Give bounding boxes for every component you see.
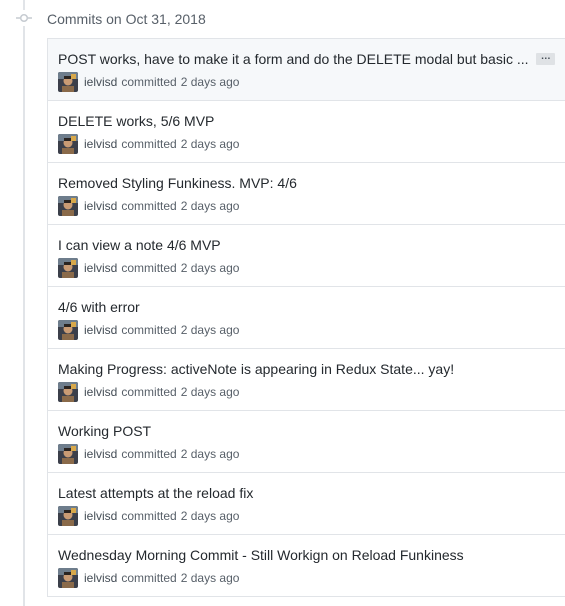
commit-group-title: Commits on Oct 31, 2018 xyxy=(47,11,206,27)
relative-time: 2 days ago xyxy=(180,385,240,399)
author-link[interactable]: ielvisd xyxy=(84,137,117,151)
expand-message-button[interactable]: … xyxy=(536,52,555,65)
commit-row: Wednesday Morning Commit - Still Workign… xyxy=(48,534,565,596)
commits-page: Commits on Oct 31, 2018 POST works, have… xyxy=(0,0,565,606)
commit-meta: ielvisd committed 2 days ago xyxy=(58,568,239,588)
commit-meta: ielvisd committed 2 days ago xyxy=(58,134,239,154)
avatar[interactable] xyxy=(58,444,78,464)
commit-group-header: Commits on Oct 31, 2018 xyxy=(0,0,565,38)
commit-meta: ielvisd committed 2 days ago xyxy=(58,320,239,340)
commit-action-text: committed xyxy=(121,75,177,89)
author-link[interactable]: ielvisd xyxy=(84,323,117,337)
commit-meta: ielvisd committed 2 days ago xyxy=(58,382,239,402)
commit-row: Making Progress: activeNote is appearing… xyxy=(48,348,565,410)
author-link[interactable]: ielvisd xyxy=(84,509,117,523)
timeline-line xyxy=(23,0,25,606)
commit-list: POST works, have to make it a form and d… xyxy=(47,38,565,597)
commit-row: Removed Styling Funkiness. MVP: 4/6 ielv… xyxy=(48,162,565,224)
commit-action-text: committed xyxy=(121,447,177,461)
commit-action-text: committed xyxy=(121,137,177,151)
commit-meta: ielvisd committed 2 days ago xyxy=(58,258,239,278)
commit-message-link[interactable]: Latest attempts at the reload fix xyxy=(58,484,253,502)
commit-message-link[interactable]: DELETE works, 5/6 MVP xyxy=(58,112,214,130)
commit-message-link[interactable]: POST works, have to make it a form and d… xyxy=(58,50,529,68)
commit-row: I can view a note 4/6 MVP ielvisd commit… xyxy=(48,224,565,286)
commit-action-text: committed xyxy=(121,385,177,399)
commit-meta: ielvisd committed 2 days ago xyxy=(58,72,239,92)
commit-message-link[interactable]: Wednesday Morning Commit - Still Workign… xyxy=(58,546,464,564)
avatar[interactable] xyxy=(58,568,78,588)
commit-message-link[interactable]: 4/6 with error xyxy=(58,298,140,316)
author-link[interactable]: ielvisd xyxy=(84,261,117,275)
commit-message-link[interactable]: I can view a note 4/6 MVP xyxy=(58,236,221,254)
commit-row: POST works, have to make it a form and d… xyxy=(48,39,565,100)
avatar[interactable] xyxy=(58,72,78,92)
commit-action-text: committed xyxy=(121,323,177,337)
avatar[interactable] xyxy=(58,506,78,526)
git-commit-icon xyxy=(16,10,32,26)
commit-action-text: committed xyxy=(121,509,177,523)
commit-action-text: committed xyxy=(121,199,177,213)
commit-message-link[interactable]: Making Progress: activeNote is appearing… xyxy=(58,360,454,378)
avatar[interactable] xyxy=(58,320,78,340)
author-link[interactable]: ielvisd xyxy=(84,385,117,399)
author-link[interactable]: ielvisd xyxy=(84,75,117,89)
commit-action-text: committed xyxy=(121,571,177,585)
author-link[interactable]: ielvisd xyxy=(84,199,117,213)
commit-action-text: committed xyxy=(121,261,177,275)
avatar[interactable] xyxy=(58,134,78,154)
relative-time: 2 days ago xyxy=(180,199,240,213)
relative-time: 2 days ago xyxy=(180,571,240,585)
commit-meta: ielvisd committed 2 days ago xyxy=(58,444,239,464)
author-link[interactable]: ielvisd xyxy=(84,447,117,461)
commit-row: DELETE works, 5/6 MVP ielvisd committed … xyxy=(48,100,565,162)
commit-row: 4/6 with error ielvisd committed 2 days … xyxy=(48,286,565,348)
relative-time: 2 days ago xyxy=(180,447,240,461)
commit-meta: ielvisd committed 2 days ago xyxy=(58,506,239,526)
avatar[interactable] xyxy=(58,382,78,402)
avatar[interactable] xyxy=(58,196,78,216)
commit-message-link[interactable]: Working POST xyxy=(58,422,151,440)
commit-meta: ielvisd committed 2 days ago xyxy=(58,196,239,216)
avatar[interactable] xyxy=(58,258,78,278)
relative-time: 2 days ago xyxy=(180,137,240,151)
author-link[interactable]: ielvisd xyxy=(84,571,117,585)
relative-time: 2 days ago xyxy=(180,509,240,523)
relative-time: 2 days ago xyxy=(180,323,240,337)
relative-time: 2 days ago xyxy=(180,75,240,89)
relative-time: 2 days ago xyxy=(180,261,240,275)
commit-row: Latest attempts at the reload fix ielvis… xyxy=(48,472,565,534)
commit-message-link[interactable]: Removed Styling Funkiness. MVP: 4/6 xyxy=(58,174,297,192)
commit-row: Working POST ielvisd committed 2 days ag… xyxy=(48,410,565,472)
